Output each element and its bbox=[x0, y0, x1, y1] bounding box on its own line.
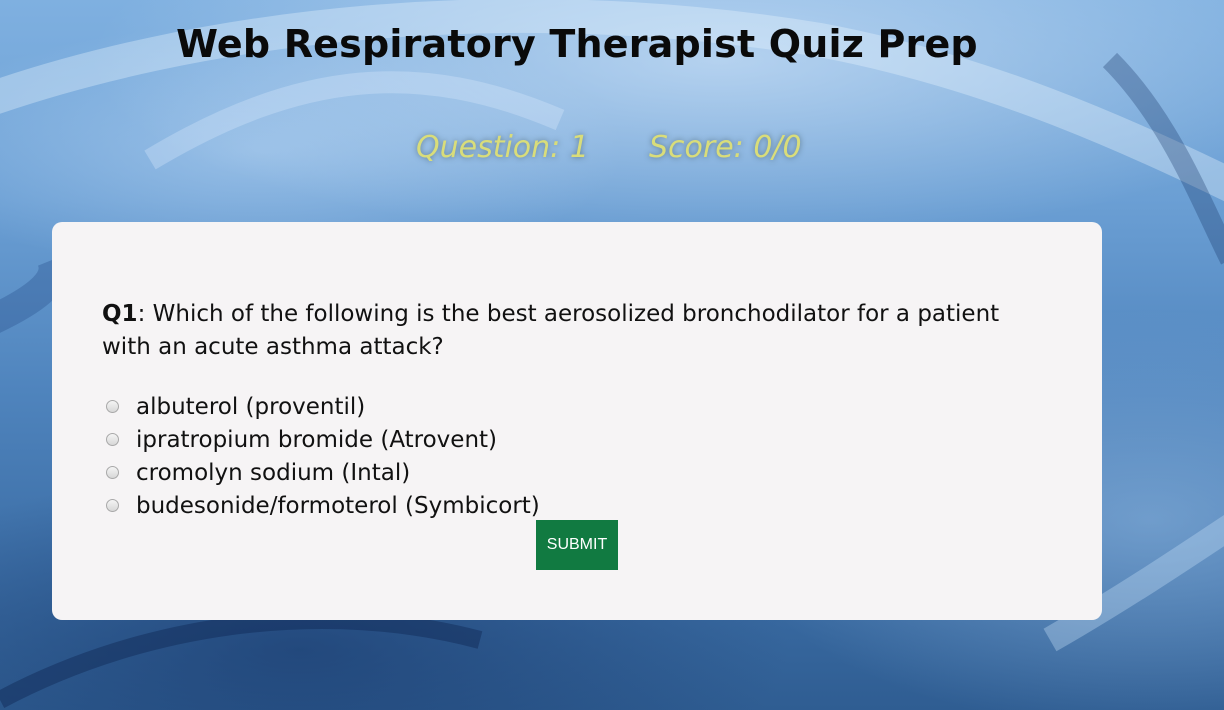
question-counter: Question: 1 bbox=[416, 130, 589, 165]
answer-option[interactable]: cromolyn sodium (Intal) bbox=[106, 456, 540, 489]
page-title: Web Respiratory Therapist Quiz Prep bbox=[176, 22, 978, 66]
score-counter: Score: 0/0 bbox=[649, 130, 802, 165]
quiz-status-bar: Question: 1 Score: 0/0 bbox=[0, 130, 1224, 174]
answer-option-label[interactable]: cromolyn sodium (Intal) bbox=[136, 460, 410, 486]
question-text: Which of the following is the best aeros… bbox=[102, 301, 1000, 360]
answer-option[interactable]: ipratropium bromide (Atrovent) bbox=[106, 423, 540, 456]
question-card: Q1: Which of the following is the best a… bbox=[52, 222, 1102, 620]
radio-button[interactable] bbox=[106, 499, 119, 512]
question-number-label: Q1 bbox=[102, 301, 138, 327]
answer-option[interactable]: budesonide/formoterol (Symbicort) bbox=[106, 489, 540, 522]
question-text-block: Q1: Which of the following is the best a… bbox=[102, 298, 1022, 364]
answer-option[interactable]: albuterol (proventil) bbox=[106, 390, 540, 423]
radio-button[interactable] bbox=[106, 466, 119, 479]
answer-options-list: albuterol (proventil) ipratropium bromid… bbox=[106, 390, 540, 522]
answer-option-label[interactable]: albuterol (proventil) bbox=[136, 394, 365, 420]
answer-option-label[interactable]: budesonide/formoterol (Symbicort) bbox=[136, 493, 540, 519]
radio-button[interactable] bbox=[106, 433, 119, 446]
submit-button[interactable]: SUBMIT bbox=[536, 520, 618, 570]
radio-button[interactable] bbox=[106, 400, 119, 413]
answer-option-label[interactable]: ipratropium bromide (Atrovent) bbox=[136, 427, 497, 453]
